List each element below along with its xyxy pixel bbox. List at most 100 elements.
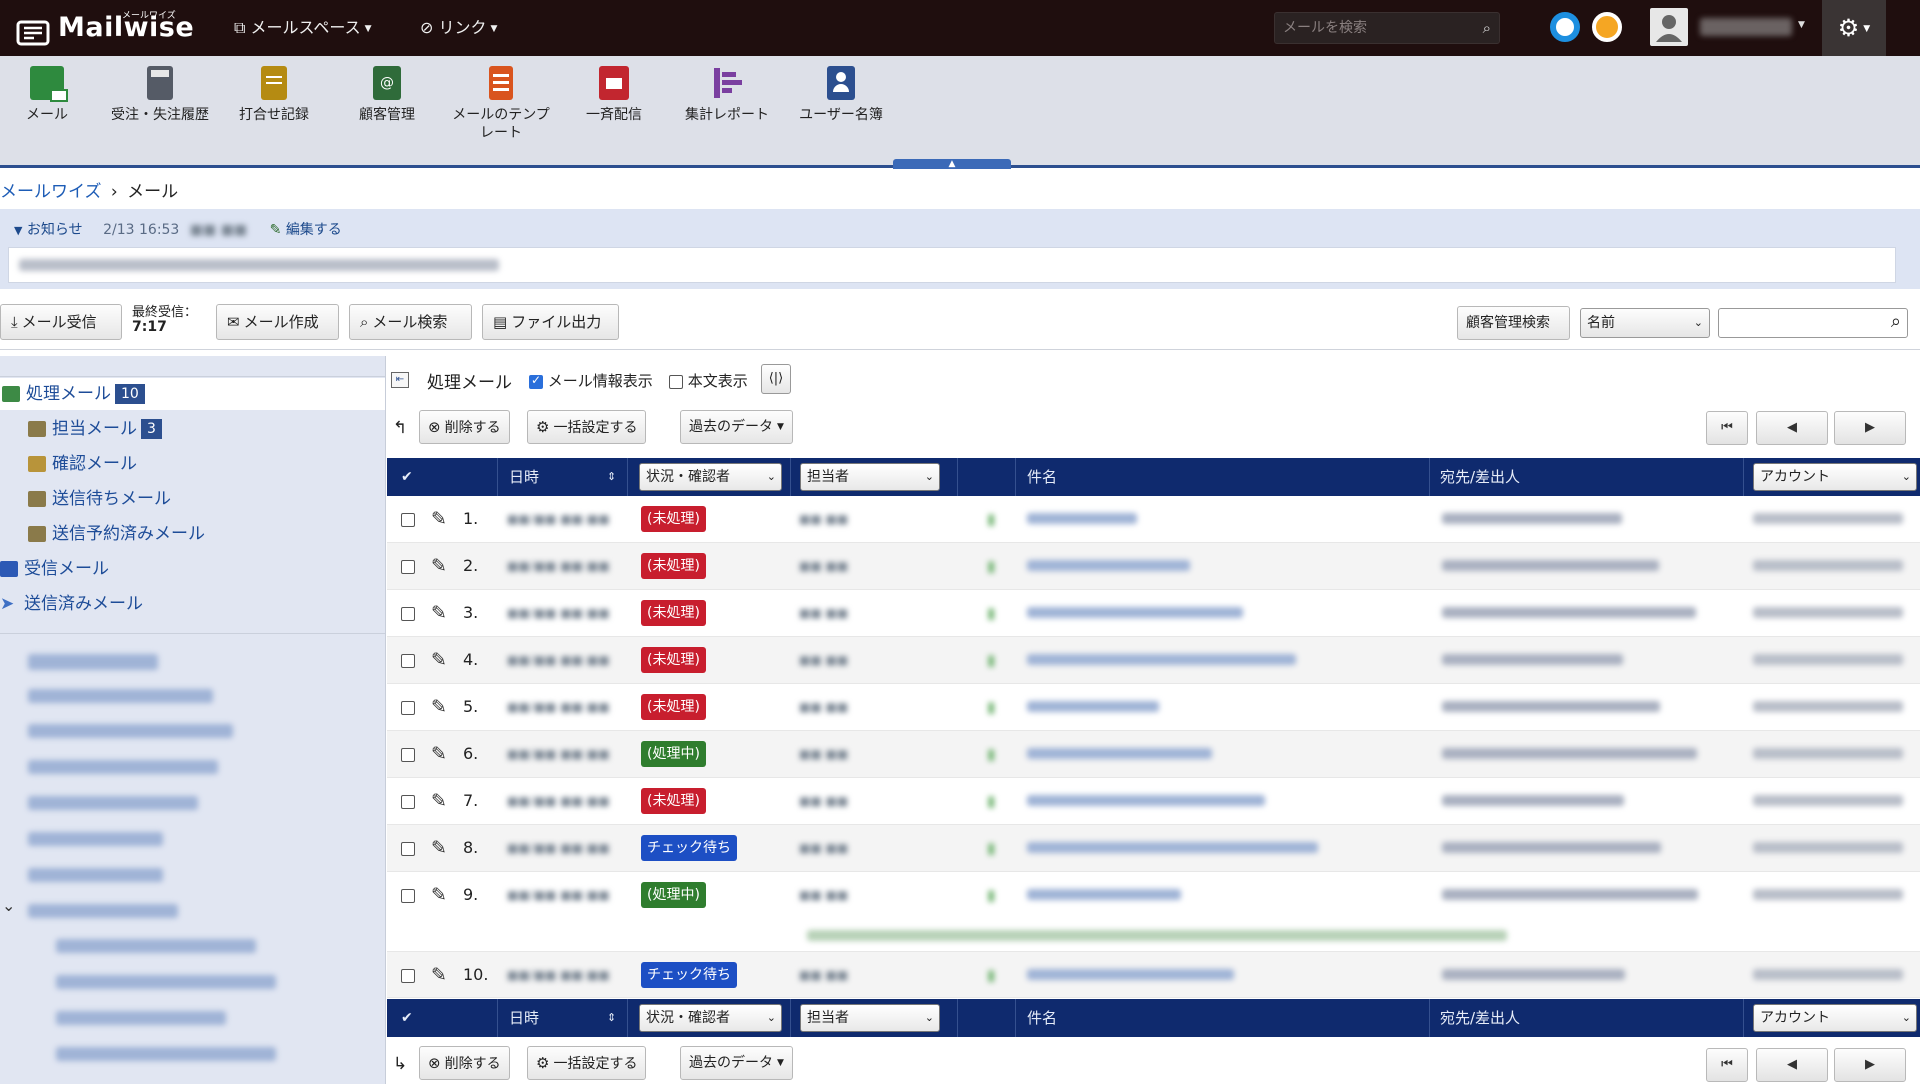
customer-field-select[interactable]: 名前 ⌄ bbox=[1580, 308, 1710, 338]
row-subject[interactable] bbox=[1027, 701, 1159, 712]
col-account-select[interactable]: アカウント ⌄ bbox=[1753, 1004, 1917, 1032]
table-row[interactable]: ✎ 8. ■■/■■ ■■:■■ チェック待ち ■■ ■■ ▮ bbox=[387, 825, 1920, 872]
search-icon[interactable]: ⌕ bbox=[1483, 13, 1491, 43]
row-subject[interactable] bbox=[1027, 513, 1137, 524]
edit-icon[interactable]: ✎ bbox=[431, 496, 447, 542]
sort-icon[interactable]: ⇕ bbox=[607, 999, 616, 1037]
link-menu[interactable]: ⊘ リンク ▼ bbox=[420, 0, 497, 56]
chevron-down-icon[interactable]: ▼ bbox=[1798, 20, 1805, 30]
col-assignee-select[interactable]: 担当者 ⌄ bbox=[800, 463, 940, 491]
app-reports[interactable]: 集計レポート bbox=[667, 66, 787, 124]
mail-search-button[interactable]: ⌕ メール検索 bbox=[349, 304, 472, 340]
sidebar-item-scheduled[interactable]: 送信予約済みメール bbox=[28, 518, 205, 550]
row-checkbox[interactable] bbox=[401, 731, 415, 777]
past-data-menu[interactable]: 過去のデータ ▼ bbox=[680, 1046, 793, 1080]
status-badge[interactable]: (未処理) bbox=[641, 600, 706, 626]
table-row[interactable]: ✎ 7. ■■/■■ ■■:■■ (未処理) ■■ ■■ ▮ bbox=[387, 778, 1920, 825]
select-all-checkbox[interactable]: ✔ bbox=[401, 999, 413, 1037]
col-account-select[interactable]: アカウント ⌄ bbox=[1753, 463, 1917, 491]
bulk-settings-button[interactable]: ⚙ 一括設定する bbox=[527, 410, 647, 444]
avatar[interactable] bbox=[1650, 8, 1688, 46]
status-badge[interactable]: (未処理) bbox=[641, 694, 706, 720]
settings-button[interactable]: ⚙ ▼ bbox=[1822, 0, 1886, 56]
app-order-history[interactable]: 受注・失注履歴 bbox=[100, 66, 220, 124]
app-meeting-records[interactable]: 打合せ記録 bbox=[214, 66, 334, 124]
row-subject[interactable] bbox=[1027, 795, 1265, 806]
table-row[interactable]: ✎ 4. ■■/■■ ■■:■■ (未処理) ■■ ■■ ▮ bbox=[387, 637, 1920, 684]
sidebar-item-inbox[interactable]: 受信メール bbox=[0, 553, 109, 585]
past-data-menu[interactable]: 過去のデータ ▼ bbox=[680, 410, 793, 444]
edit-icon[interactable]: ✎ bbox=[431, 637, 447, 683]
edit-icon[interactable]: ✎ bbox=[431, 778, 447, 824]
sidebar-item-assigned[interactable]: 担当メール 3 bbox=[28, 413, 162, 445]
first-page-button[interactable]: ⏮ bbox=[1706, 411, 1748, 445]
first-page-button[interactable]: ⏮ bbox=[1706, 1048, 1748, 1082]
delete-button[interactable]: ⊗ 削除する bbox=[419, 1046, 510, 1080]
show-info-toggle[interactable]: メール情報表示 bbox=[529, 370, 653, 391]
row-checkbox[interactable] bbox=[401, 590, 415, 636]
edit-icon[interactable]: ✎ bbox=[431, 825, 447, 871]
table-row[interactable]: ✎ 6. ■■/■■ ■■:■■ (処理中) ■■ ■■ ▮ bbox=[387, 731, 1920, 778]
row-subject[interactable] bbox=[1027, 560, 1190, 571]
col-status-select[interactable]: 状況・確認者 ⌄ bbox=[639, 1004, 782, 1032]
export-file-button[interactable]: ▤ ファイル出力 bbox=[482, 304, 619, 340]
app-mail-templates[interactable]: メールのテンプレート bbox=[441, 66, 561, 142]
table-row[interactable]: ✎ 10. ■■/■■ ■■:■■ チェック待ち ■■ ■■ ▮ bbox=[387, 952, 1920, 998]
customer-search-input[interactable]: ⌕ bbox=[1718, 308, 1908, 338]
row-checkbox[interactable] bbox=[401, 952, 415, 998]
row-checkbox[interactable] bbox=[401, 684, 415, 730]
edit-icon[interactable]: ✎ bbox=[431, 684, 447, 730]
delete-button[interactable]: ⊗ 削除する bbox=[419, 410, 510, 444]
bulk-settings-button[interactable]: ⚙ 一括設定する bbox=[527, 1046, 647, 1080]
row-checkbox[interactable] bbox=[401, 637, 415, 683]
next-page-button[interactable]: ▶ bbox=[1834, 411, 1906, 445]
col-date[interactable]: 日時 bbox=[509, 999, 539, 1037]
split-view-button[interactable]: ⟨|⟩ bbox=[761, 364, 791, 394]
edit-icon[interactable]: ✎ bbox=[431, 872, 447, 918]
table-row[interactable]: ✎ 1. ■■/■■ ■■:■■ (未処理) ■■ ■■ ▮ bbox=[387, 496, 1920, 543]
edit-icon[interactable]: ✎ bbox=[431, 731, 447, 777]
chevron-down-icon[interactable]: ⌄ bbox=[2, 896, 15, 915]
row-subject[interactable] bbox=[1027, 842, 1318, 853]
compose-mail-button[interactable]: ✉ メール作成 bbox=[216, 304, 339, 340]
app-user-directory[interactable]: ユーザー名簿 bbox=[781, 66, 901, 124]
prev-page-button[interactable]: ◀ bbox=[1756, 411, 1828, 445]
triangle-down-icon[interactable]: ▼ bbox=[14, 224, 22, 237]
status-badge[interactable]: チェック待ち bbox=[641, 962, 737, 988]
row-checkbox[interactable] bbox=[401, 496, 415, 542]
receive-mail-button[interactable]: ⤓ メール受信 bbox=[0, 304, 122, 340]
app-broadcast[interactable]: 一斉配信 bbox=[554, 66, 674, 124]
row-checkbox[interactable] bbox=[401, 872, 415, 918]
sidebar-item-check[interactable]: 確認メール bbox=[28, 448, 137, 480]
table-row[interactable]: ✎ 9. ■■/■■ ■■:■■ (処理中) ■■ ■■ ▮ bbox=[387, 872, 1920, 952]
col-assignee-select[interactable]: 担当者 ⌄ bbox=[800, 1004, 940, 1032]
app-logo[interactable]: メールワイズ Mailwise bbox=[16, 8, 194, 48]
select-all-checkbox[interactable]: ✔ bbox=[401, 458, 413, 496]
sidebar-item-pending-send[interactable]: 送信待ちメール bbox=[28, 483, 171, 515]
app-mail[interactable]: メール bbox=[0, 66, 107, 124]
mailspace-menu[interactable]: ⧉ メールスペース ▼ bbox=[234, 0, 372, 56]
show-body-toggle[interactable]: 本文表示 bbox=[669, 370, 748, 391]
app-customer-management[interactable]: @ 顧客管理 bbox=[327, 66, 447, 124]
sort-icon[interactable]: ⇕ bbox=[607, 458, 616, 496]
status-badge[interactable]: (未処理) bbox=[641, 647, 706, 673]
status-badge[interactable]: (未処理) bbox=[641, 788, 706, 814]
edit-icon[interactable]: ✎ bbox=[270, 222, 282, 238]
row-checkbox[interactable] bbox=[401, 543, 415, 589]
row-subject[interactable] bbox=[1027, 607, 1243, 618]
breadcrumb-root[interactable]: メールワイズ bbox=[0, 182, 102, 202]
status-badge[interactable]: チェック待ち bbox=[641, 835, 737, 861]
edit-icon[interactable]: ✎ bbox=[431, 590, 447, 636]
row-checkbox[interactable] bbox=[401, 778, 415, 824]
search-icon[interactable]: ⌕ bbox=[1891, 311, 1901, 332]
status-badge[interactable]: (処理中) bbox=[641, 882, 706, 908]
edit-icon[interactable]: ✎ bbox=[431, 543, 447, 589]
table-row[interactable]: ✎ 2. ■■/■■ ■■:■■ (未処理) ■■ ■■ ▮ bbox=[387, 543, 1920, 590]
notice-edit-link[interactable]: 編集する bbox=[286, 222, 342, 238]
status-badge[interactable]: (処理中) bbox=[641, 741, 706, 767]
col-date[interactable]: 日時 bbox=[509, 458, 539, 496]
show-body-checkbox[interactable] bbox=[669, 374, 683, 389]
row-subject[interactable] bbox=[1027, 889, 1181, 900]
row-subject[interactable] bbox=[1027, 654, 1296, 665]
col-status-select[interactable]: 状況・確認者 ⌄ bbox=[639, 463, 782, 491]
